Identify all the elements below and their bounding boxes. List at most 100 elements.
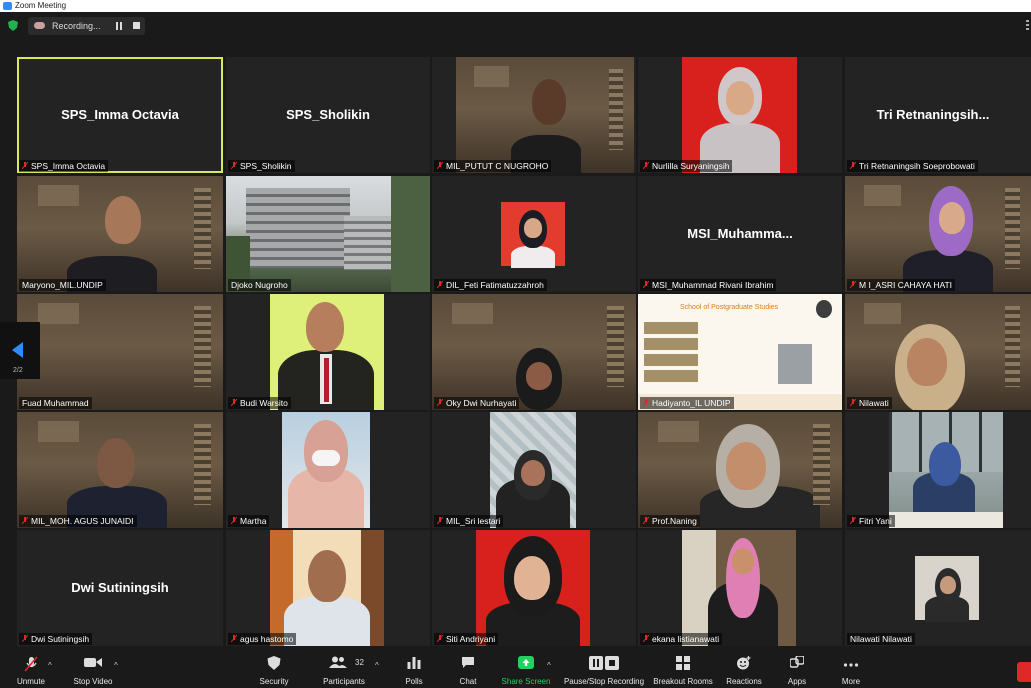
chat-bubble-icon <box>461 656 475 671</box>
participant-video <box>456 57 634 173</box>
video-tile[interactable]: agus hastomo <box>226 530 430 646</box>
participant-label: SPS_Imma Octavia <box>19 160 109 172</box>
video-tile[interactable]: Maryono_MIL.UNDIP <box>17 176 223 292</box>
muted-mic-icon <box>437 162 443 169</box>
video-tile[interactable]: Nurlilla Suryaningsih <box>638 57 842 173</box>
stop-video-button[interactable]: Stop Video <box>66 648 120 688</box>
reactions-button[interactable]: Reactions <box>722 648 766 688</box>
video-tile[interactable]: Prof.Naning <box>638 412 842 528</box>
participant-video <box>845 176 1031 292</box>
video-tile[interactable]: Nilawati Nilawati <box>845 530 1031 646</box>
participants-button[interactable]: Participants <box>316 648 372 688</box>
participants-icon <box>329 656 348 670</box>
participant-video <box>17 176 223 292</box>
share-screen-button[interactable]: Share Screen <box>500 648 552 688</box>
pause-stop-recording-button[interactable]: Pause/Stop Recording <box>562 648 646 688</box>
share-screen-arrow-icon <box>518 656 534 671</box>
video-tile[interactable]: M I_ASRI CAHAYA HATI <box>845 176 1031 292</box>
muted-mic-icon <box>643 281 649 288</box>
muted-mic-icon <box>22 635 28 642</box>
participant-video <box>638 412 842 528</box>
participant-label: Fitri Yani <box>847 515 895 527</box>
more-dots-icon <box>843 660 859 669</box>
audio-options-caret-icon[interactable]: ^ <box>48 661 52 670</box>
muted-mic-icon <box>850 162 856 169</box>
video-tile[interactable]: Oky Dwi Nurhayati <box>432 294 636 410</box>
polls-button[interactable]: Polls <box>396 648 432 688</box>
participant-video <box>501 202 565 268</box>
participant-video <box>889 412 1003 528</box>
stop-recording-icon[interactable] <box>133 22 140 29</box>
participant-label: Maryono_MIL.UNDIP <box>19 279 106 291</box>
share-options-caret-icon[interactable]: ^ <box>547 661 551 670</box>
muted-mic-icon <box>22 162 28 169</box>
video-tile[interactable]: ekana listianawati <box>638 530 842 646</box>
muted-mic-icon <box>437 281 443 288</box>
video-tile[interactable]: MIL_Sri lestari <box>432 412 636 528</box>
video-tile[interactable]: Budi Warsito <box>226 294 430 410</box>
pause-recording-icon[interactable] <box>116 22 123 30</box>
shared-slide: School of Postgraduate Studies <box>638 294 842 410</box>
muted-mic-icon <box>850 517 856 524</box>
participant-video <box>17 294 223 410</box>
participant-label: MIL_PUTUT C NUGROHO <box>434 160 552 172</box>
participant-label: Martha <box>228 515 270 527</box>
muted-mic-icon <box>850 399 856 406</box>
encryption-shield-icon[interactable] <box>8 20 18 31</box>
video-tile[interactable]: MIL_PUTUT C NUGROHO <box>432 57 636 173</box>
reactions-smiley-icon <box>737 656 752 672</box>
video-tile[interactable]: MIL_MOH. AGUS JUNAIDI <box>17 412 223 528</box>
video-tile[interactable]: Siti Andriyani <box>432 530 636 646</box>
page-indicator: 2/2 <box>13 367 23 374</box>
chat-button[interactable]: Chat <box>450 648 486 688</box>
participant-video <box>432 294 636 410</box>
participant-label: M I_ASRI CAHAYA HATI <box>847 279 956 291</box>
security-button[interactable]: Security <box>252 648 296 688</box>
participant-label: agus hastomo <box>228 633 297 645</box>
end-meeting-button[interactable] <box>1017 662 1031 682</box>
participant-label: MSI_Muhammad Rivani Ibrahim <box>640 279 777 291</box>
pause-stop-recording-icon <box>589 656 619 672</box>
participant-label: Nilawati <box>847 397 892 409</box>
muted-mic-icon <box>231 635 237 642</box>
participant-label: SPS_Sholikin <box>228 160 295 172</box>
apps-button[interactable]: Apps <box>780 648 814 688</box>
video-tile[interactable]: SPS_Imma Octavia SPS_Imma Octavia <box>17 57 223 173</box>
video-tile[interactable]: School of Postgraduate Studies Hadiyanto… <box>638 294 842 410</box>
video-tile[interactable]: MSI_Muhamma... MSI_Muhammad Rivani Ibrah… <box>638 176 842 292</box>
muted-mic-icon <box>437 399 443 406</box>
participant-label: Budi Warsito <box>228 397 291 409</box>
muted-mic-icon <box>231 399 237 406</box>
video-tile[interactable]: Nilawati <box>845 294 1031 410</box>
muted-mic-icon <box>437 517 443 524</box>
view-menu-icon[interactable] <box>1026 20 1029 32</box>
muted-mic-icon <box>643 399 649 406</box>
recording-label: Recording... <box>52 21 101 31</box>
video-tile[interactable]: Djoko Nugroho <box>226 176 430 292</box>
participant-video <box>282 412 370 528</box>
video-tile[interactable]: Fitri Yani <box>845 412 1031 528</box>
window-title: Zoom Meeting <box>15 1 67 10</box>
muted-mic-icon <box>643 517 649 524</box>
video-tile[interactable]: DIL_Feti Fatimatuzzahroh <box>432 176 636 292</box>
participants-options-caret-icon[interactable]: ^ <box>375 661 379 670</box>
muted-mic-icon <box>850 281 856 288</box>
video-tile[interactable]: Fuad Muhammad <box>17 294 223 410</box>
participant-label: DIL_Feti Fatimatuzzahroh <box>434 279 547 291</box>
participant-label: ekana listianawati <box>640 633 723 645</box>
participant-video <box>270 294 384 410</box>
video-tile[interactable]: Tri Retnaningsih... Tri Retnaningsih Soe… <box>845 57 1031 173</box>
video-options-caret-icon[interactable]: ^ <box>114 661 118 670</box>
apps-icon <box>789 655 805 672</box>
more-button[interactable]: More <box>834 648 868 688</box>
participant-label: Djoko Nugroho <box>228 279 291 291</box>
previous-page-button[interactable]: 2/2 <box>0 322 40 379</box>
video-tile[interactable]: SPS_Sholikin SPS_Sholikin <box>226 57 430 173</box>
breakout-rooms-button[interactable]: Breakout Rooms <box>652 648 714 688</box>
participant-label: Hadiyanto_IL UNDIP <box>640 397 734 409</box>
video-tile[interactable]: Martha <box>226 412 430 528</box>
muted-mic-icon <box>643 162 649 169</box>
participant-name-display: Tri Retnaningsih... <box>876 106 990 122</box>
participant-video <box>682 57 797 173</box>
video-tile[interactable]: Dwi Sutiningsih Dwi Sutiningsih <box>17 530 223 646</box>
